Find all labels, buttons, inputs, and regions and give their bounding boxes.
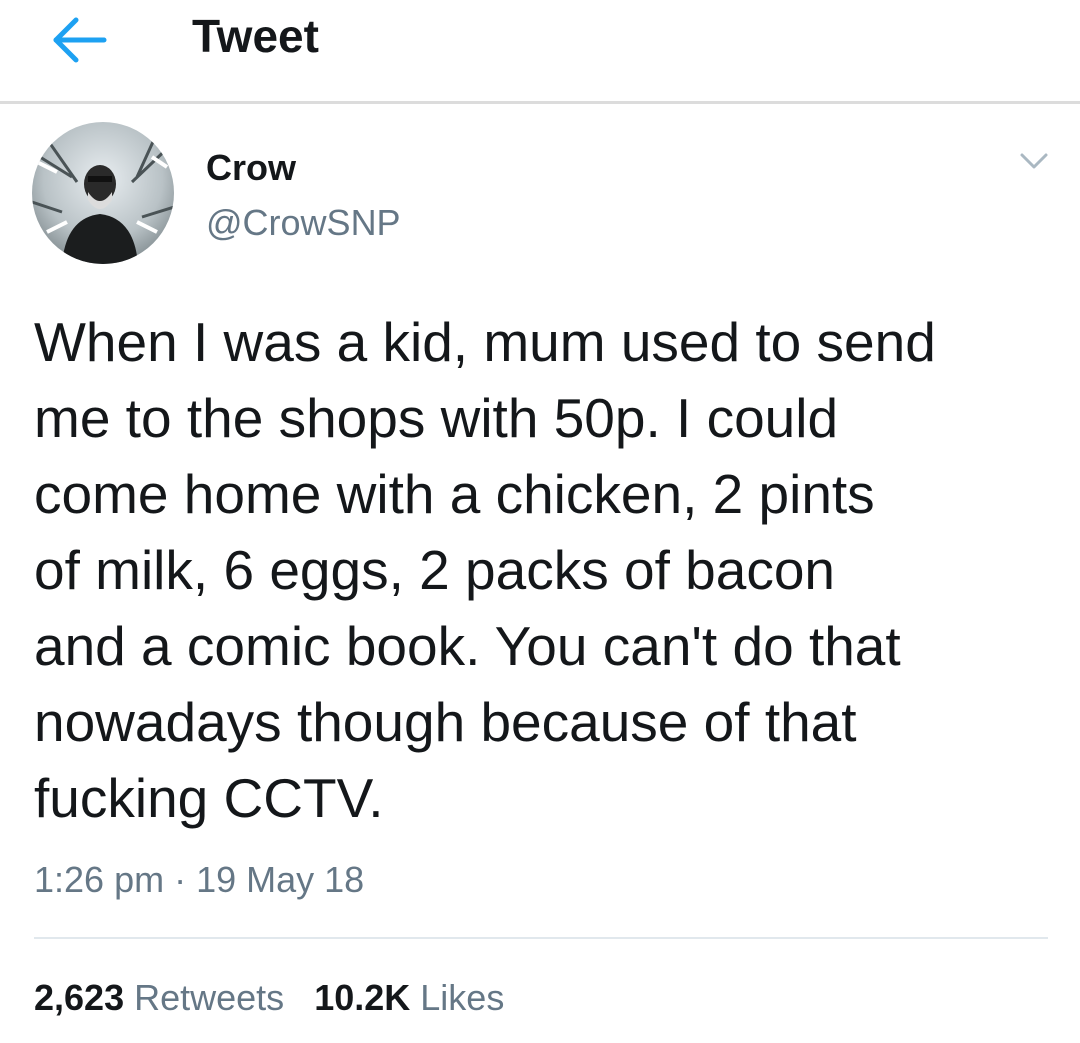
tweet-stats: 2,623 Retweets 10.2K Likes bbox=[34, 974, 504, 1022]
retweets-label: Retweets bbox=[134, 977, 285, 1018]
avatar[interactable] bbox=[32, 122, 174, 264]
arrow-left-icon bbox=[53, 17, 107, 63]
tweet-text-line: and a comic book. You can't do that bbox=[34, 615, 901, 677]
retweets-count: 2,623 bbox=[34, 977, 125, 1018]
likes-count: 10.2K bbox=[314, 977, 411, 1018]
tweet-text-line: When I was a kid, mum used to send bbox=[34, 311, 936, 373]
tweet-menu-button[interactable] bbox=[1014, 146, 1054, 176]
tweet-body: When I was a kid, mum used to send me to… bbox=[34, 304, 1054, 836]
divider bbox=[34, 937, 1048, 939]
retweets-stat[interactable]: 2,623 Retweets bbox=[34, 974, 284, 1022]
author-display-name[interactable]: Crow bbox=[206, 148, 296, 188]
chevron-down-icon bbox=[1020, 153, 1048, 169]
top-app-bar: Tweet bbox=[0, 0, 1080, 104]
author-handle[interactable]: @CrowSNP bbox=[206, 203, 401, 243]
tweet-text-line: come home with a chicken, 2 pints bbox=[34, 463, 875, 525]
tweet-text-line: me to the shops with 50p. I could bbox=[34, 387, 839, 449]
likes-label: Likes bbox=[420, 977, 505, 1018]
tweet-text-line: fucking CCTV. bbox=[34, 767, 384, 829]
back-button[interactable] bbox=[46, 12, 110, 68]
tweet-text-line: nowadays though because of that bbox=[34, 691, 857, 753]
tweet-timestamp[interactable]: 1:26 pm · 19 May 18 bbox=[34, 856, 364, 904]
page-title: Tweet bbox=[192, 10, 319, 62]
likes-stat[interactable]: 10.2K Likes bbox=[314, 974, 504, 1022]
avatar-image bbox=[32, 122, 174, 264]
tweet-text-line: of milk, 6 eggs, 2 packs of bacon bbox=[34, 539, 835, 601]
